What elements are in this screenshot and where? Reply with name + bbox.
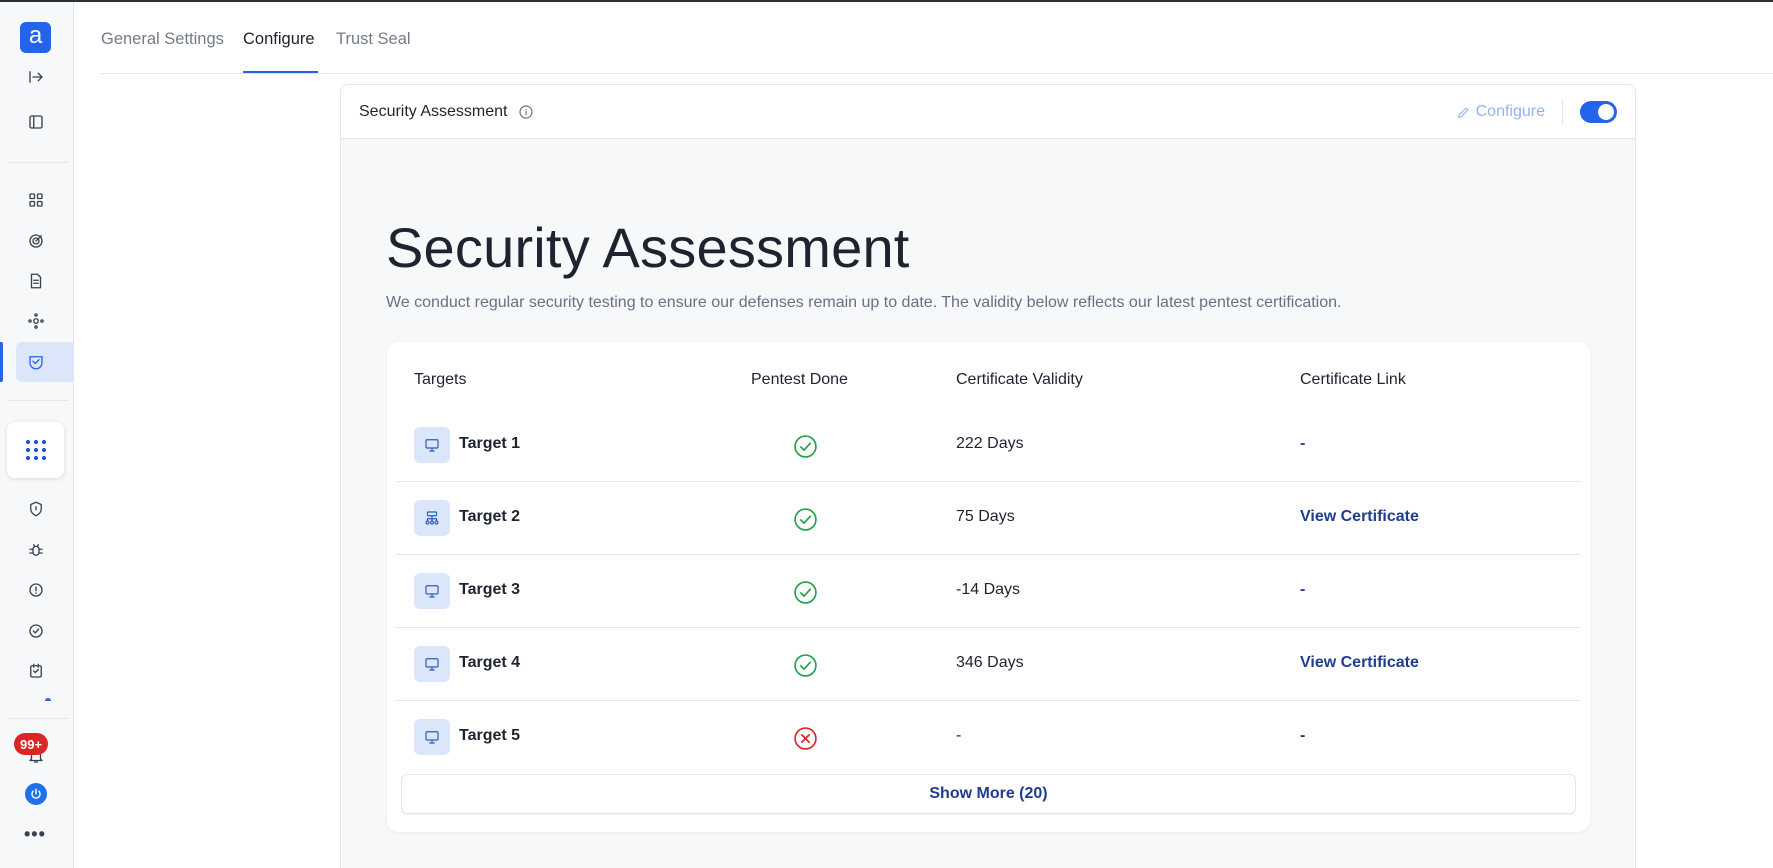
- alert-circle-icon[interactable]: [18, 572, 54, 608]
- tab-general-settings[interactable]: General Settings: [101, 30, 224, 49]
- target-icon[interactable]: [18, 223, 54, 259]
- shield-icon[interactable]: [18, 491, 54, 527]
- logo-letter: a: [28, 22, 43, 49]
- certificate-validity: 222 Days: [956, 435, 1024, 452]
- col-header-targets: Targets: [414, 371, 467, 388]
- network-icon: [414, 500, 450, 536]
- target-name: Target 5: [459, 727, 521, 744]
- handshake-icon: [18, 344, 54, 380]
- apps-grid-icon[interactable]: [7, 422, 64, 478]
- certificate-validity: 75 Days: [956, 508, 1015, 525]
- target-name: Target 3: [459, 581, 521, 598]
- document-icon[interactable]: [18, 263, 54, 299]
- scroll-indicator: [45, 698, 51, 701]
- info-icon[interactable]: [518, 104, 534, 120]
- targets-table: Targets Pentest Done Certificate Validit…: [387, 342, 1590, 832]
- sidebar-item-trust[interactable]: [16, 342, 74, 382]
- monitor-icon: [414, 646, 450, 682]
- tab-bar: General Settings Configure Trust Seal: [101, 2, 1773, 74]
- table-row: Target 3 -14 Days -: [396, 555, 1581, 628]
- target-name: Target 4: [459, 654, 521, 671]
- check-circle-icon[interactable]: [18, 613, 54, 649]
- tab-configure[interactable]: Configure: [243, 30, 315, 49]
- active-tab-underline: [243, 71, 318, 73]
- col-header-validity: Certificate Validity: [956, 371, 1083, 388]
- card-header: Security Assessment Configure: [341, 85, 1635, 139]
- monitor-icon: [414, 573, 450, 609]
- bug-icon[interactable]: [18, 532, 54, 568]
- calendar-icon[interactable]: [18, 653, 54, 689]
- col-header-pentest-done: Pentest Done: [751, 371, 848, 388]
- notification-badge: 99+: [14, 733, 49, 755]
- power-icon[interactable]: [25, 783, 47, 805]
- app-logo[interactable]: a: [20, 22, 51, 53]
- more-icon[interactable]: •••: [24, 824, 46, 845]
- hero-subtitle: We conduct regular security testing to e…: [386, 294, 1342, 311]
- tab-trust-seal[interactable]: Trust Seal: [336, 30, 411, 49]
- show-more-button[interactable]: Show More (20): [401, 774, 1576, 814]
- certificate-link: -: [1300, 727, 1306, 744]
- table-row: Target 4 346 Days View Certificate: [396, 628, 1581, 701]
- view-certificate-link[interactable]: View Certificate: [1300, 654, 1419, 672]
- collapse-arrow-icon[interactable]: [18, 59, 54, 95]
- view-certificate-link[interactable]: View Certificate: [1300, 508, 1419, 526]
- card-title: Security Assessment: [359, 102, 508, 120]
- target-name: Target 2: [459, 508, 521, 525]
- check-circle-icon: [794, 654, 817, 677]
- header-separator: [1562, 100, 1563, 124]
- x-circle-icon: [794, 727, 817, 750]
- table-row: Target 5 - -: [396, 701, 1581, 774]
- check-circle-icon: [794, 435, 817, 458]
- configure-button[interactable]: Configure: [1456, 103, 1545, 121]
- certificate-validity: 346 Days: [956, 654, 1024, 671]
- certificate-validity: -: [956, 727, 962, 744]
- check-circle-icon: [794, 581, 817, 604]
- integration-icon[interactable]: [18, 303, 54, 339]
- pencil-icon: [1457, 106, 1469, 118]
- certificate-validity: -14 Days: [956, 581, 1021, 598]
- panel-icon[interactable]: [18, 104, 54, 140]
- col-header-link: Certificate Link: [1300, 371, 1406, 388]
- monitor-icon: [414, 427, 450, 463]
- configure-label: Configure: [1475, 103, 1545, 120]
- sidebar-divider: [8, 162, 68, 163]
- active-indicator: [0, 342, 3, 382]
- target-name: Target 1: [459, 435, 521, 452]
- security-assessment-card: Security Assessment Configure Security A…: [340, 84, 1636, 868]
- dashboard-grid-icon[interactable]: [18, 182, 54, 218]
- certificate-link: -: [1300, 581, 1306, 598]
- table-row: Target 2 75 Days View Certificate: [396, 482, 1581, 555]
- sidebar-divider: [8, 718, 68, 719]
- hero-title: Security Assessment: [386, 216, 910, 279]
- check-circle-icon: [794, 508, 817, 531]
- certificate-link: -: [1300, 435, 1306, 452]
- monitor-icon: [414, 719, 450, 755]
- table-row: Target 1 222 Days -: [396, 409, 1581, 482]
- enable-toggle[interactable]: [1580, 101, 1617, 123]
- sidebar-divider: [8, 400, 68, 401]
- sidebar: a 99+ •••: [0, 2, 74, 868]
